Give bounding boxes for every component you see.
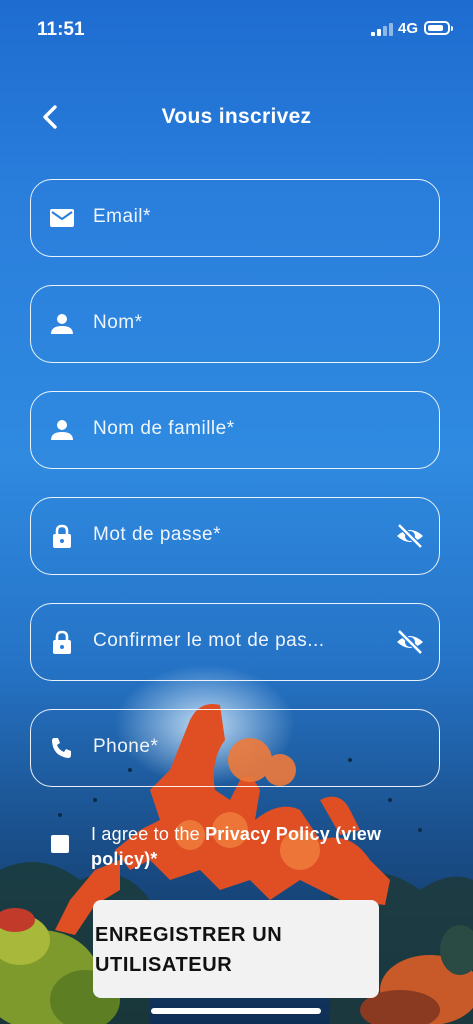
- battery-icon: [424, 21, 453, 35]
- consent-prefix: I agree to the: [91, 824, 206, 844]
- person-icon: [51, 314, 73, 334]
- confirm-password-field[interactable]: Confirmer le mot de pas...: [30, 603, 440, 681]
- confirm-password-placeholder: Confirmer le mot de pas...: [93, 630, 325, 651]
- first-name-placeholder: Nom*: [93, 312, 143, 333]
- privacy-checkbox[interactable]: [51, 835, 69, 853]
- lock-icon: [53, 630, 71, 654]
- register-button-line1: ENREGISTRER UN: [95, 924, 283, 946]
- register-button-line2: UTILISATEUR: [95, 954, 233, 976]
- page-title: Vous inscrivez: [161, 105, 312, 128]
- mail-icon: [50, 209, 74, 227]
- lock-icon: [53, 524, 71, 548]
- privacy-policy-link[interactable]: Privacy Policy: [205, 824, 330, 844]
- first-name-field[interactable]: Nom*: [30, 285, 440, 363]
- consent-text: I agree to the Privacy Policy (view poli…: [91, 822, 391, 872]
- last-name-field[interactable]: Nom de famille*: [30, 391, 440, 469]
- visibility-off-icon[interactable]: [395, 628, 425, 656]
- person-icon: [51, 420, 73, 440]
- visibility-off-icon[interactable]: [395, 522, 425, 550]
- last-name-placeholder: Nom de famille*: [93, 418, 235, 439]
- password-placeholder: Mot de passe*: [93, 524, 221, 545]
- email-field[interactable]: Email*: [30, 179, 440, 257]
- status-bar: 11:51 4G: [0, 0, 473, 58]
- home-indicator: [151, 1008, 321, 1014]
- status-time: 11:51: [37, 19, 85, 40]
- phone-field[interactable]: Phone*: [30, 709, 440, 787]
- network-type: 4G: [398, 20, 419, 37]
- password-field[interactable]: Mot de passe*: [30, 497, 440, 575]
- signal-icon: [371, 22, 393, 36]
- phone-placeholder: Phone*: [93, 736, 159, 757]
- phone-icon: [52, 738, 71, 758]
- register-button[interactable]: ENREGISTRER UN UTILISATEUR: [93, 900, 379, 998]
- email-placeholder: Email*: [93, 206, 151, 227]
